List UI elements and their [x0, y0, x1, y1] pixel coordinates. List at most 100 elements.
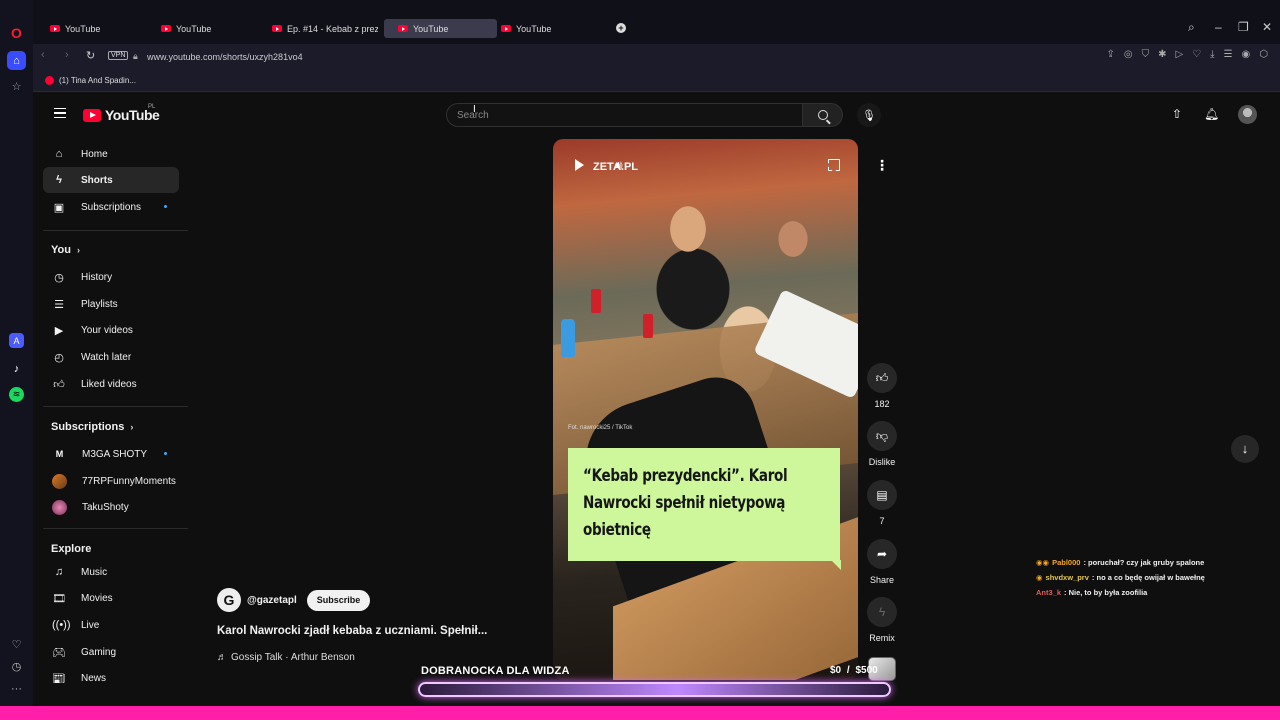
next-short-arrow-down-icon[interactable]: ↓ — [1231, 435, 1259, 463]
extension-icon[interactable]: ✱ — [1158, 49, 1166, 60]
upload-icon[interactable]: ⇧ — [1172, 107, 1182, 121]
voice-search-button[interactable]: 🎙︎ — [857, 103, 881, 127]
tab-youtube-active[interactable]: YouTube — [384, 19, 497, 38]
lock-icon[interactable]: 🔒︎ — [133, 51, 138, 62]
stream-bottom-strip — [0, 706, 1280, 720]
volume-icon[interactable]: 🔊︎ — [615, 158, 623, 173]
tab-bar: YouTube YouTube Ep. #14 - Kebab z prezyd… — [33, 0, 1280, 44]
heart-icon[interactable]: ♡ — [8, 636, 25, 653]
section-heading: Explore — [51, 543, 92, 555]
profile-icon[interactable]: ◉ — [1242, 49, 1251, 60]
section-you[interactable]: You › — [51, 244, 80, 256]
sidebar-item-subscriptions[interactable]: ▣ Subscriptions — [43, 194, 179, 220]
chevron-right-icon: › — [130, 422, 134, 432]
sidebar-item-news[interactable]: 📰︎ News — [43, 665, 179, 691]
tab-youtube-2[interactable]: YouTube — [147, 19, 257, 38]
sidebar-item-watch-later[interactable]: ◴ Watch later — [43, 344, 179, 370]
sidebar-channel-takushoty[interactable]: TakuShoty — [43, 494, 179, 520]
home-icon[interactable]: ⌂ — [7, 51, 26, 70]
sidebar-channel-77rpfunnymoments[interactable]: 77RPFunnyMoments — [43, 468, 179, 494]
headline-card: “Kebab prezydencki”. Karol Nawrocki speł… — [568, 448, 841, 570]
share-page-icon[interactable]: ⇪ — [1106, 49, 1114, 60]
tab-episode[interactable]: Ep. #14 - Kebab z prezyde — [258, 19, 378, 38]
share-arrow-icon: ➦ — [876, 547, 888, 561]
sidebar-item-home[interactable]: ⌂ Home — [43, 141, 179, 167]
download-icon[interactable]: ⤓ — [1210, 49, 1214, 60]
thumbs-down-icon: 👎︎ — [875, 428, 889, 443]
section-subscriptions[interactable]: Subscriptions › — [51, 421, 133, 433]
hamburger-menu-icon[interactable] — [54, 108, 66, 118]
sidebar-item-liked-videos[interactable]: 👍︎ Liked videos — [43, 371, 179, 397]
adblock-icon[interactable]: ⛉ — [1142, 49, 1150, 60]
dislike-label: Dislike — [868, 457, 896, 467]
channel-handle[interactable]: @gazetapl — [247, 595, 297, 606]
camera-icon[interactable]: ◎ — [1124, 49, 1133, 60]
subscribe-button[interactable]: Subscribe — [306, 589, 371, 611]
short-title[interactable]: Karol Nawrocki zjadł kebaba z uczniami. … — [217, 625, 487, 637]
vpn-badge[interactable]: VPN — [108, 51, 129, 60]
minimize-icon[interactable]: – — [1215, 20, 1222, 34]
player-icon[interactable]: ▷ — [1175, 49, 1183, 60]
remix-icon: ϟ — [878, 605, 886, 619]
fullscreen-icon[interactable] — [828, 159, 840, 171]
channel-row: G @gazetapl Subscribe — [217, 588, 371, 612]
sidebar-item-playlists[interactable]: ☰ Playlists — [43, 291, 179, 317]
search-input[interactable] — [446, 103, 803, 127]
notifications-bell-icon[interactable]: 🔔︎ — [1204, 107, 1219, 121]
aria-icon[interactable]: A — [9, 333, 24, 348]
scroll-up-icon[interactable]: ▲ — [188, 138, 193, 139]
close-icon[interactable]: ✕ — [1262, 20, 1272, 34]
video-scene-can — [591, 289, 601, 313]
account-avatar[interactable] — [1238, 105, 1257, 124]
play-icon[interactable] — [575, 159, 584, 171]
sidebar-item-history[interactable]: ◷ History — [43, 264, 179, 290]
microphone-icon: 🎙︎ — [862, 109, 876, 122]
more-options-icon[interactable]: ⋮ — [871, 154, 893, 176]
short-video-player[interactable]: ZETA.PL 🔊︎ Fot. nawrocki25 / TikTok “Keb… — [553, 139, 858, 680]
comments-button[interactable]: ▤ — [867, 480, 897, 510]
youtube-favicon-icon — [398, 25, 408, 32]
tab-youtube-1[interactable]: YouTube — [36, 19, 146, 38]
forward-icon[interactable]: › — [65, 49, 69, 61]
sidebar-item-movies[interactable]: 🎞︎ Movies — [43, 585, 179, 611]
new-tab-plus-icon[interactable]: + — [616, 23, 626, 33]
restore-icon[interactable]: ❐ — [1238, 20, 1249, 34]
new-content-dot — [164, 205, 167, 208]
pin-icon[interactable]: ☆ — [8, 78, 25, 95]
like-button[interactable]: 👍︎ — [867, 363, 897, 393]
sidebar-item-gaming[interactable]: 🎮︎ Gaming — [43, 639, 179, 665]
sidebar-item-music[interactable]: ♫ Music — [43, 559, 179, 585]
channel-logo[interactable]: G — [217, 588, 241, 612]
history-icon[interactable]: ◷ — [8, 658, 25, 675]
bookmark-heart-icon[interactable]: ♡ — [1192, 49, 1201, 60]
url-field[interactable]: www.youtube.com/shorts/uxzyh281vo4 — [147, 52, 303, 62]
easy-setup-icon[interactable]: ☰ — [1224, 49, 1233, 60]
extensions-box-icon[interactable]: ⬡ — [1259, 49, 1268, 60]
reload-icon[interactable]: ↻ — [86, 49, 95, 62]
back-icon[interactable]: ‹ — [41, 49, 45, 61]
divider — [43, 406, 188, 407]
search-tabs-icon[interactable]: ⌕ — [1188, 20, 1195, 35]
share-button[interactable]: ➦ — [867, 539, 897, 569]
remix-button[interactable]: ϟ — [867, 597, 897, 627]
tab-label: YouTube — [176, 23, 212, 34]
audio-track[interactable]: ♬ Gossip Talk · Arthur Benson — [217, 652, 355, 663]
bookmark-item[interactable]: (1) Tina And Spadin... — [45, 76, 136, 85]
dislike-button[interactable]: 👎︎ — [867, 421, 897, 451]
chevron-right-icon: › — [76, 245, 80, 255]
sidebar-channel-m3ga-shoty[interactable]: M M3GA SHOTY — [43, 441, 179, 467]
sidebar-item-label: 77RPFunnyMoments — [82, 475, 176, 487]
sidebar-item-shorts[interactable]: ϟ Shorts — [43, 167, 179, 193]
sidebar-item-live[interactable]: ((•)) Live — [43, 612, 179, 638]
channel-avatar: M — [55, 449, 64, 459]
address-bar: ‹ › ↻ VPN 🔒︎ www.youtube.com/shorts/uxzy… — [33, 44, 1280, 70]
bookmarks-bar: (1) Tina And Spadin... — [33, 70, 1280, 92]
tiktok-icon[interactable]: ♪ — [8, 360, 25, 377]
search-button[interactable] — [803, 103, 843, 127]
more-icon[interactable]: ··· — [8, 680, 25, 697]
region-label: PL — [148, 104, 156, 110]
sidebar-item-your-videos[interactable]: ▶ Your videos — [43, 317, 179, 343]
spotify-icon[interactable]: ≋ — [9, 387, 24, 402]
opera-logo-icon[interactable]: O — [8, 24, 25, 41]
tab-youtube-5[interactable]: YouTube — [487, 19, 597, 38]
